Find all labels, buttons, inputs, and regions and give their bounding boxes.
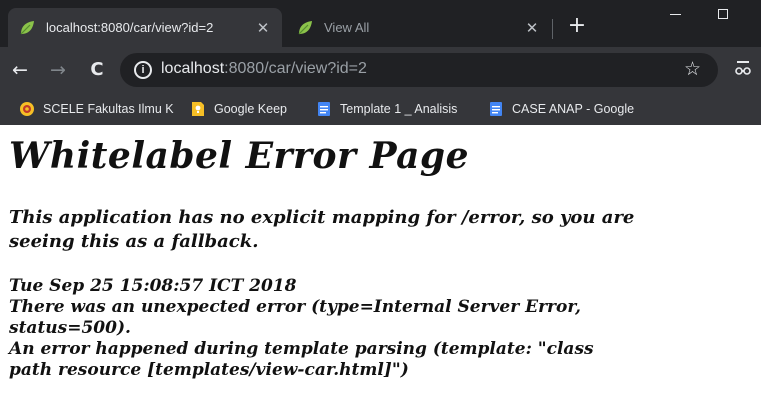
docs-icon — [318, 102, 330, 116]
error-type-line-2: status=500). — [9, 318, 131, 338]
info-icon[interactable]: i — [134, 61, 152, 79]
bookmark-label: Google Keep — [214, 102, 287, 116]
bookmark-template-analisis[interactable]: Template 1 _ Analisis — [316, 99, 476, 119]
bookmark-label: SCELE Fakultas Ilmu K — [43, 102, 174, 116]
url-host: localhost — [161, 60, 225, 77]
bookmark-scele[interactable]: SCELE Fakultas Ilmu K — [19, 99, 181, 119]
tab-car-view[interactable]: localhost:8080/car/view?id=2 ✕ — [8, 8, 282, 47]
error-timestamp: Tue Sep 25 15:08:57 ICT 2018 — [9, 276, 297, 296]
fallback-message-line-1: This application has no explicit mapping… — [9, 207, 635, 228]
page-content: Whitelabel Error Page This application h… — [0, 125, 761, 394]
tab-title: localhost:8080/car/view?id=2 — [46, 20, 214, 35]
error-message-line-1: An error happened during template parsin… — [9, 339, 594, 359]
star-icon[interactable]: ☆ — [684, 58, 701, 80]
tab-strip: localhost:8080/car/view?id=2 ✕ View All … — [0, 0, 761, 47]
error-message-line-2: path resource [templates/view-car.html]"… — [9, 360, 409, 380]
arrow-left-icon[interactable]: ← — [8, 58, 32, 82]
bookmarks-bar: SCELE Fakultas Ilmu K Google Keep Templa… — [0, 93, 761, 125]
arrow-right-icon[interactable]: → — [46, 58, 70, 82]
address-url[interactable]: localhost:8080/car/view?id=2 — [161, 60, 367, 78]
minimize-icon — [670, 14, 681, 15]
toolbar: ← → C i localhost:8080/car/view?id=2 ☆ — [0, 47, 761, 93]
bookmark-label: CASE ANAP - Google — [512, 102, 635, 116]
minimize-button[interactable] — [652, 0, 698, 30]
tab-view-all[interactable]: View All ✕ — [286, 8, 551, 47]
tab-separator — [552, 19, 553, 39]
address-bar[interactable]: i localhost:8080/car/view?id=2 ☆ — [120, 53, 718, 87]
new-tab-button[interactable]: + — [563, 12, 591, 40]
leaf-icon — [298, 20, 312, 34]
lightbulb-icon — [192, 102, 204, 116]
reload-icon[interactable]: C — [85, 58, 109, 82]
browser-chrome: localhost:8080/car/view?id=2 ✕ View All … — [0, 0, 761, 125]
tab-title: View All — [324, 20, 370, 35]
bookmark-google-keep[interactable]: Google Keep — [190, 99, 306, 119]
extension-icon[interactable] — [734, 59, 752, 79]
url-path: :8080/car/view?id=2 — [224, 60, 367, 77]
page-title: Whitelabel Error Page — [9, 135, 469, 177]
fallback-message-line-2: seeing this as a fallback. — [9, 231, 259, 252]
bookmark-case-anap[interactable]: CASE ANAP - Google — [488, 99, 654, 119]
close-tab-icon[interactable]: ✕ — [523, 19, 541, 37]
maximize-icon — [718, 9, 728, 19]
docs-icon — [490, 102, 502, 116]
close-tab-icon[interactable]: ✕ — [254, 19, 272, 37]
bookmark-label: Template 1 _ Analisis — [340, 102, 458, 116]
leaf-icon — [20, 20, 34, 34]
university-seal-icon — [20, 102, 34, 116]
error-type-line-1: There was an unexpected error (type=Inte… — [9, 297, 581, 317]
maximize-button[interactable] — [700, 0, 746, 30]
